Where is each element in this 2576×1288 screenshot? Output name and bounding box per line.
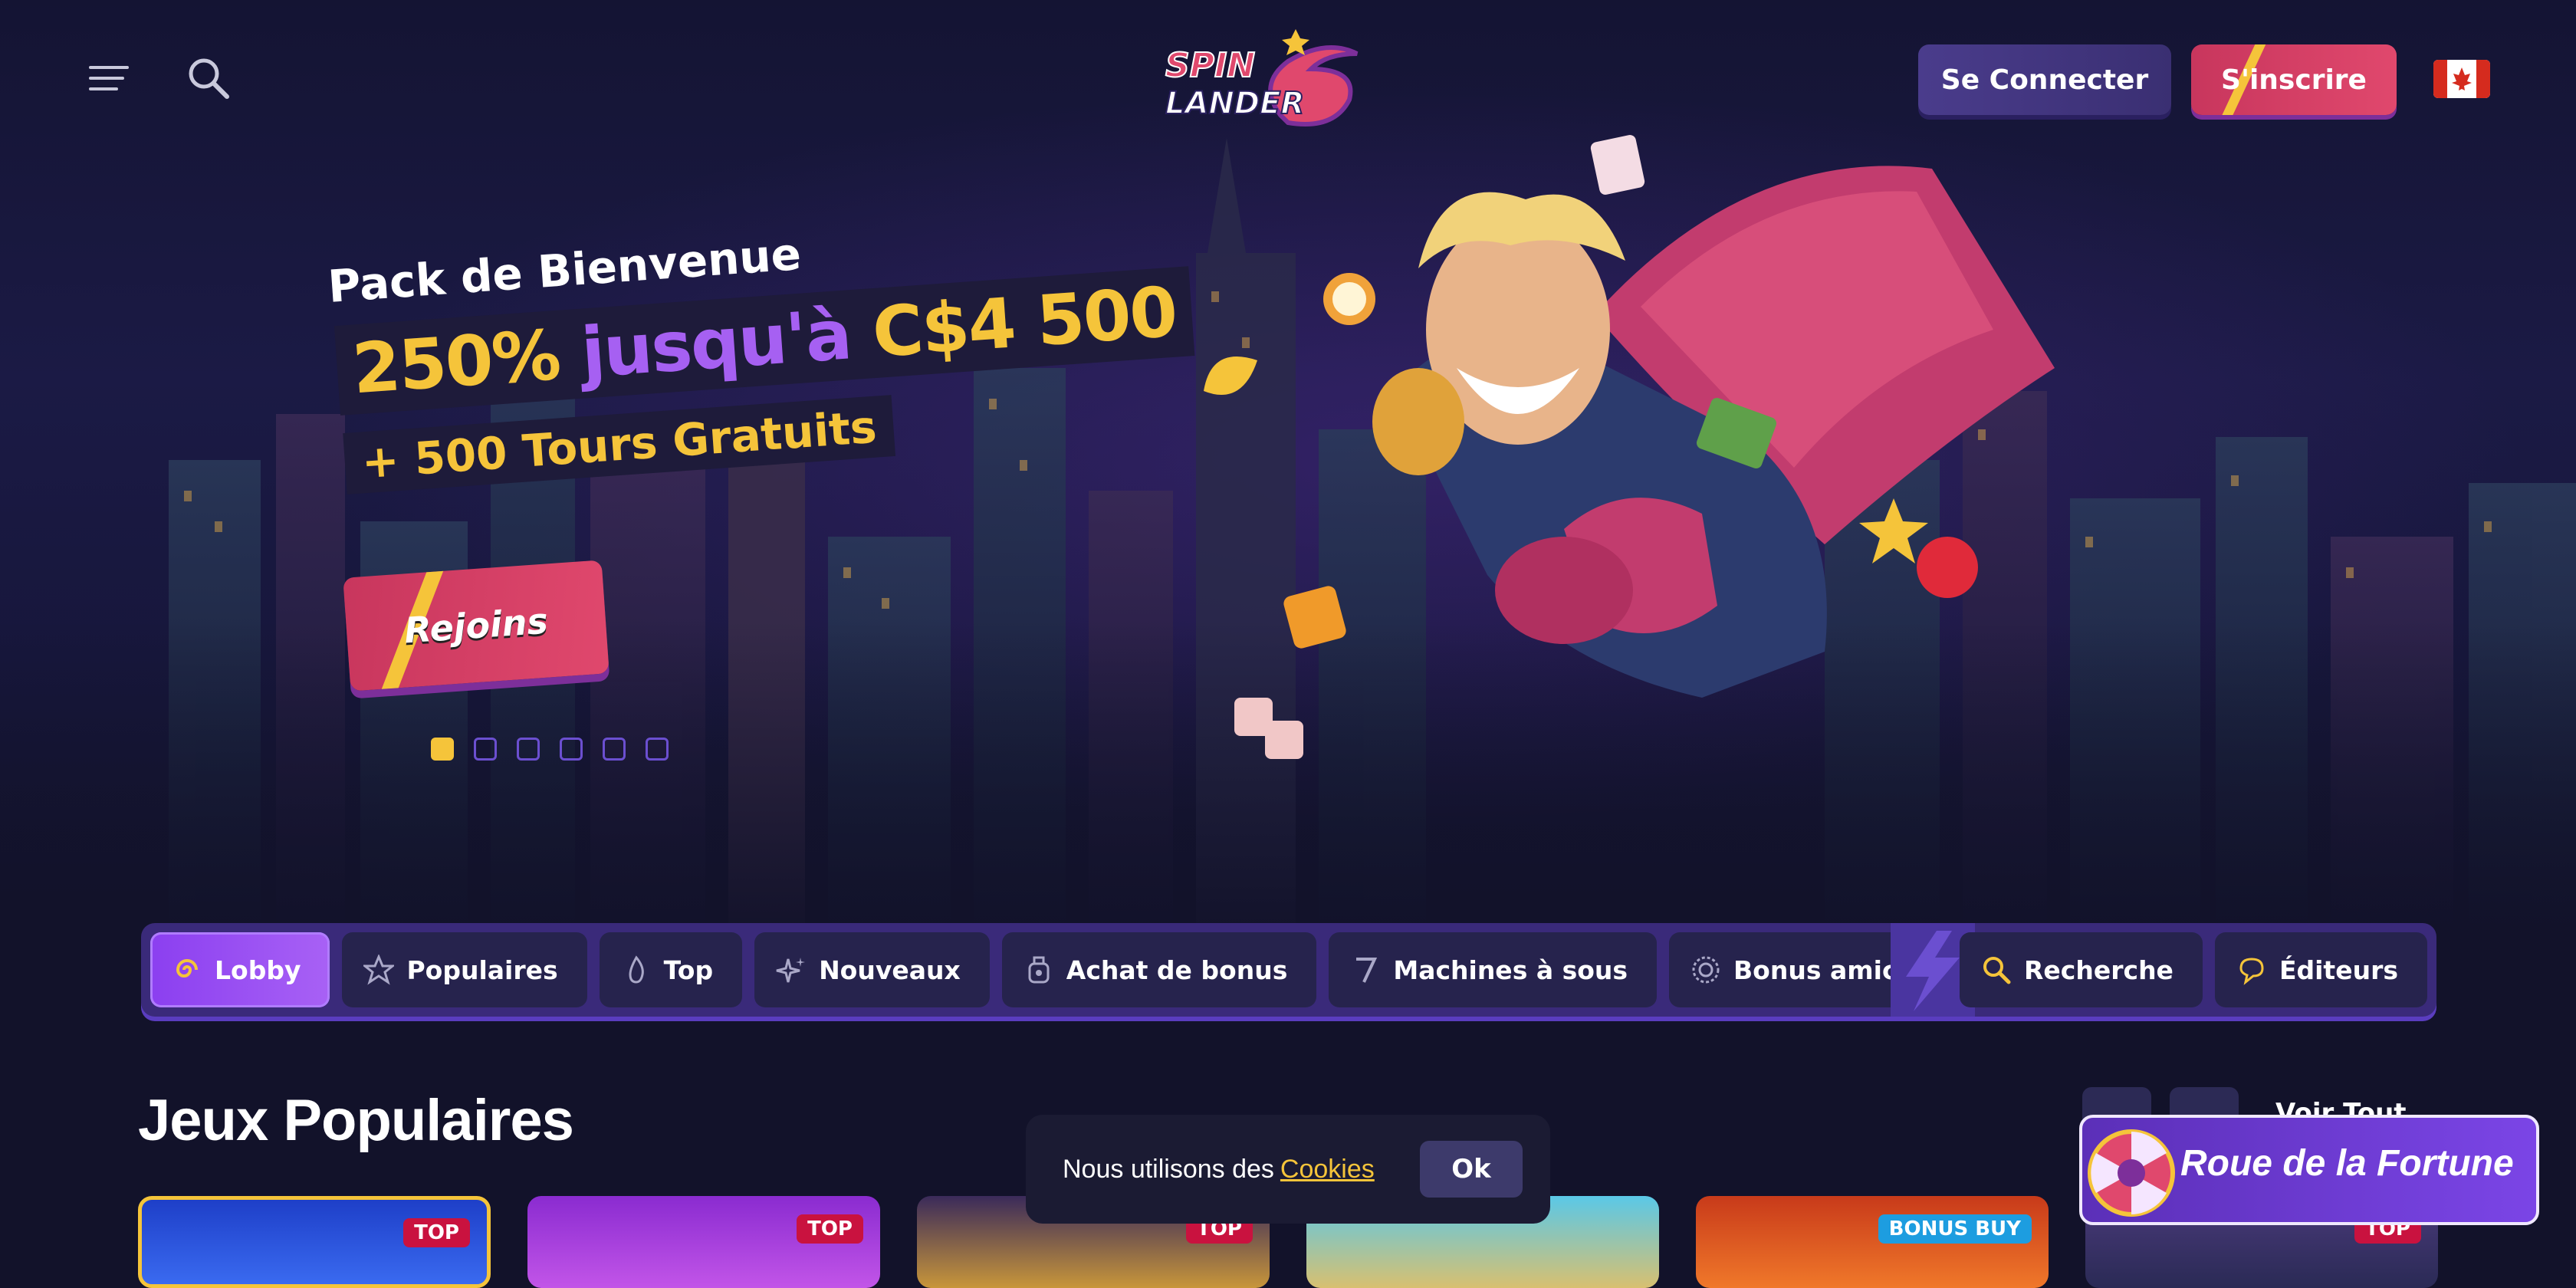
slider-pagination bbox=[431, 738, 669, 761]
slider-dot-6[interactable] bbox=[646, 738, 669, 761]
slider-dot-5[interactable] bbox=[603, 738, 626, 761]
top-header: SPIN LANDER Se Connecter S'inscrire bbox=[0, 0, 2576, 153]
wheel-of-fortune-widget[interactable]: Roue de la Fortune bbox=[2079, 1115, 2539, 1225]
star-icon bbox=[363, 955, 395, 985]
nav-search-button[interactable]: Recherche bbox=[1960, 932, 2203, 1007]
tab-top-label: Top bbox=[663, 955, 714, 985]
promo-amount: C$4 500 bbox=[869, 271, 1179, 374]
game-card-2[interactable]: TOP bbox=[527, 1196, 880, 1288]
slider-dot-1[interactable] bbox=[431, 738, 454, 761]
login-button[interactable]: Se Connecter bbox=[1918, 44, 2171, 115]
nav-search-label: Recherche bbox=[2024, 955, 2174, 985]
category-tabs: Lobby Populaires Top Nouveaux Achat de b… bbox=[150, 932, 2020, 1007]
slider-dot-3[interactable] bbox=[517, 738, 540, 761]
fortune-label: Roue de la Fortune bbox=[2180, 1143, 2514, 1184]
spinlander-logo[interactable]: SPIN LANDER bbox=[1158, 23, 1411, 138]
game-badge-2: TOP bbox=[797, 1214, 863, 1244]
tab-top[interactable]: Top bbox=[599, 932, 743, 1007]
navbar-tools: Recherche Éditeurs bbox=[1960, 932, 2427, 1007]
slider-dot-4[interactable] bbox=[560, 738, 583, 761]
tab-populaires[interactable]: Populaires bbox=[342, 932, 587, 1007]
seven-icon bbox=[1350, 955, 1381, 985]
money-bag-icon bbox=[1024, 955, 1054, 985]
tab-machines-a-sous-label: Machines à sous bbox=[1393, 955, 1628, 985]
tab-machines-a-sous[interactable]: Machines à sous bbox=[1329, 932, 1658, 1007]
tab-achat-bonus-label: Achat de bonus bbox=[1066, 955, 1288, 985]
sparkle-icon bbox=[776, 955, 807, 985]
canada-flag-icon[interactable] bbox=[2433, 60, 2490, 98]
hamburger-menu-icon[interactable] bbox=[84, 55, 133, 104]
join-button-label: Rejoins bbox=[402, 600, 550, 652]
cookie-text: Nous utilisons des bbox=[1063, 1154, 1274, 1184]
tab-nouveaux[interactable]: Nouveaux bbox=[754, 932, 990, 1007]
logo-text-top: SPIN bbox=[1165, 46, 1255, 85]
spiral-icon bbox=[172, 955, 202, 985]
cookie-ok-button[interactable]: Ok bbox=[1420, 1141, 1523, 1198]
join-button[interactable]: Rejoins bbox=[343, 560, 610, 692]
game-badge-5: BONUS BUY bbox=[1878, 1214, 2032, 1244]
game-card-5[interactable]: BONUS BUY bbox=[1696, 1196, 2049, 1288]
category-navbar: Lobby Populaires Top Nouveaux Achat de b… bbox=[141, 923, 2436, 1017]
chat-bubble-icon bbox=[2236, 955, 2267, 985]
logo-text-bottom: LANDER bbox=[1165, 86, 1304, 121]
search-icon bbox=[1981, 955, 2012, 985]
section-title: Jeux Populaires bbox=[138, 1088, 574, 1153]
game-card-1[interactable]: TOP bbox=[138, 1196, 491, 1288]
tab-nouveaux-label: Nouveaux bbox=[819, 955, 961, 985]
cookie-link[interactable]: Cookies bbox=[1280, 1155, 1375, 1184]
game-badge-1: TOP bbox=[403, 1218, 470, 1247]
slider-dot-2[interactable] bbox=[474, 738, 497, 761]
promo-upto: jusqu'à bbox=[578, 294, 853, 394]
register-button-label: S'inscrire bbox=[2221, 64, 2367, 96]
register-button[interactable]: S'inscrire bbox=[2191, 44, 2397, 115]
cookie-banner: Nous utilisons des Cookies Ok bbox=[1026, 1115, 1550, 1224]
tab-lobby-label: Lobby bbox=[215, 955, 301, 985]
login-button-label: Se Connecter bbox=[1940, 64, 2149, 96]
tab-achat-bonus[interactable]: Achat de bonus bbox=[1001, 932, 1317, 1007]
tab-populaires-label: Populaires bbox=[406, 955, 558, 985]
tab-lobby[interactable]: Lobby bbox=[150, 932, 330, 1007]
flame-icon bbox=[621, 955, 652, 985]
superhero-illustration bbox=[1204, 135, 2055, 759]
search-icon[interactable] bbox=[184, 54, 233, 103]
fortune-wheel-icon bbox=[2088, 1129, 2175, 1217]
nav-providers-label: Éditeurs bbox=[2279, 955, 2398, 985]
coin-icon bbox=[1691, 955, 1721, 985]
promo-percent: 250% bbox=[350, 314, 563, 410]
nav-providers-button[interactable]: Éditeurs bbox=[2214, 932, 2427, 1007]
